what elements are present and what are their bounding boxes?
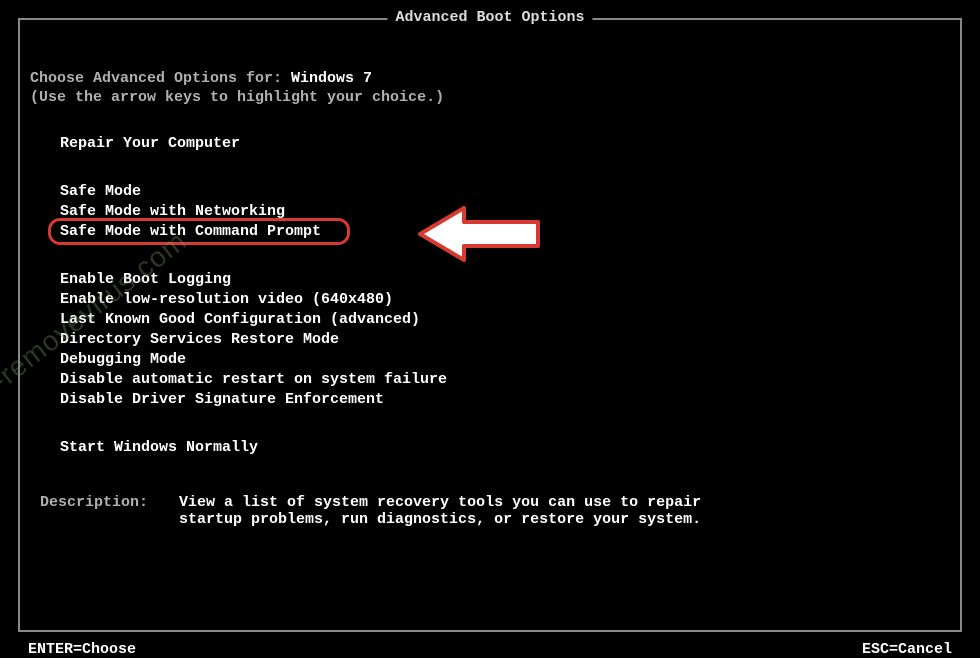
menu-group-advanced: Enable Boot Logging Enable low-resolutio… — [30, 270, 950, 410]
window-border: Advanced Boot Options Choose Advanced Op… — [18, 18, 962, 632]
menu-group-safemode: Safe Mode Safe Mode with Networking Safe… — [30, 182, 950, 242]
menu-item-safe-mode[interactable]: Safe Mode — [56, 182, 145, 202]
menu-group-normal: Start Windows Normally — [30, 438, 950, 458]
description-section: Description: View a list of system recov… — [30, 494, 950, 528]
description-text: View a list of system recovery tools you… — [179, 494, 739, 528]
menu-item-start-normally[interactable]: Start Windows Normally — [56, 438, 262, 458]
header-line: Choose Advanced Options for: Windows 7 — [30, 70, 950, 87]
menu-group-repair: Repair Your Computer — [30, 134, 950, 154]
menu-item-debugging[interactable]: Debugging Mode — [56, 350, 190, 370]
menu-item-repair[interactable]: Repair Your Computer — [56, 134, 244, 154]
description-label: Description: — [40, 494, 170, 511]
header-prefix: Choose Advanced Options for: — [30, 70, 291, 87]
window-title: Advanced Boot Options — [387, 9, 592, 26]
instruction-text: (Use the arrow keys to highlight your ch… — [30, 89, 950, 106]
menu-item-safe-mode-networking[interactable]: Safe Mode with Networking — [56, 202, 289, 222]
menu-item-boot-logging[interactable]: Enable Boot Logging — [56, 270, 235, 290]
menu-item-last-known-good[interactable]: Last Known Good Configuration (advanced) — [56, 310, 424, 330]
menu-item-safe-mode-cmd[interactable]: Safe Mode with Command Prompt — [56, 222, 325, 242]
os-name: Windows 7 — [291, 70, 372, 87]
content-area: Choose Advanced Options for: Windows 7 (… — [20, 70, 960, 528]
menu-item-disable-sig[interactable]: Disable Driver Signature Enforcement — [56, 390, 388, 410]
menu-item-disable-restart[interactable]: Disable automatic restart on system fail… — [56, 370, 451, 390]
menu-item-lowres-video[interactable]: Enable low-resolution video (640x480) — [56, 290, 397, 310]
menu-item-ds-restore[interactable]: Directory Services Restore Mode — [56, 330, 343, 350]
